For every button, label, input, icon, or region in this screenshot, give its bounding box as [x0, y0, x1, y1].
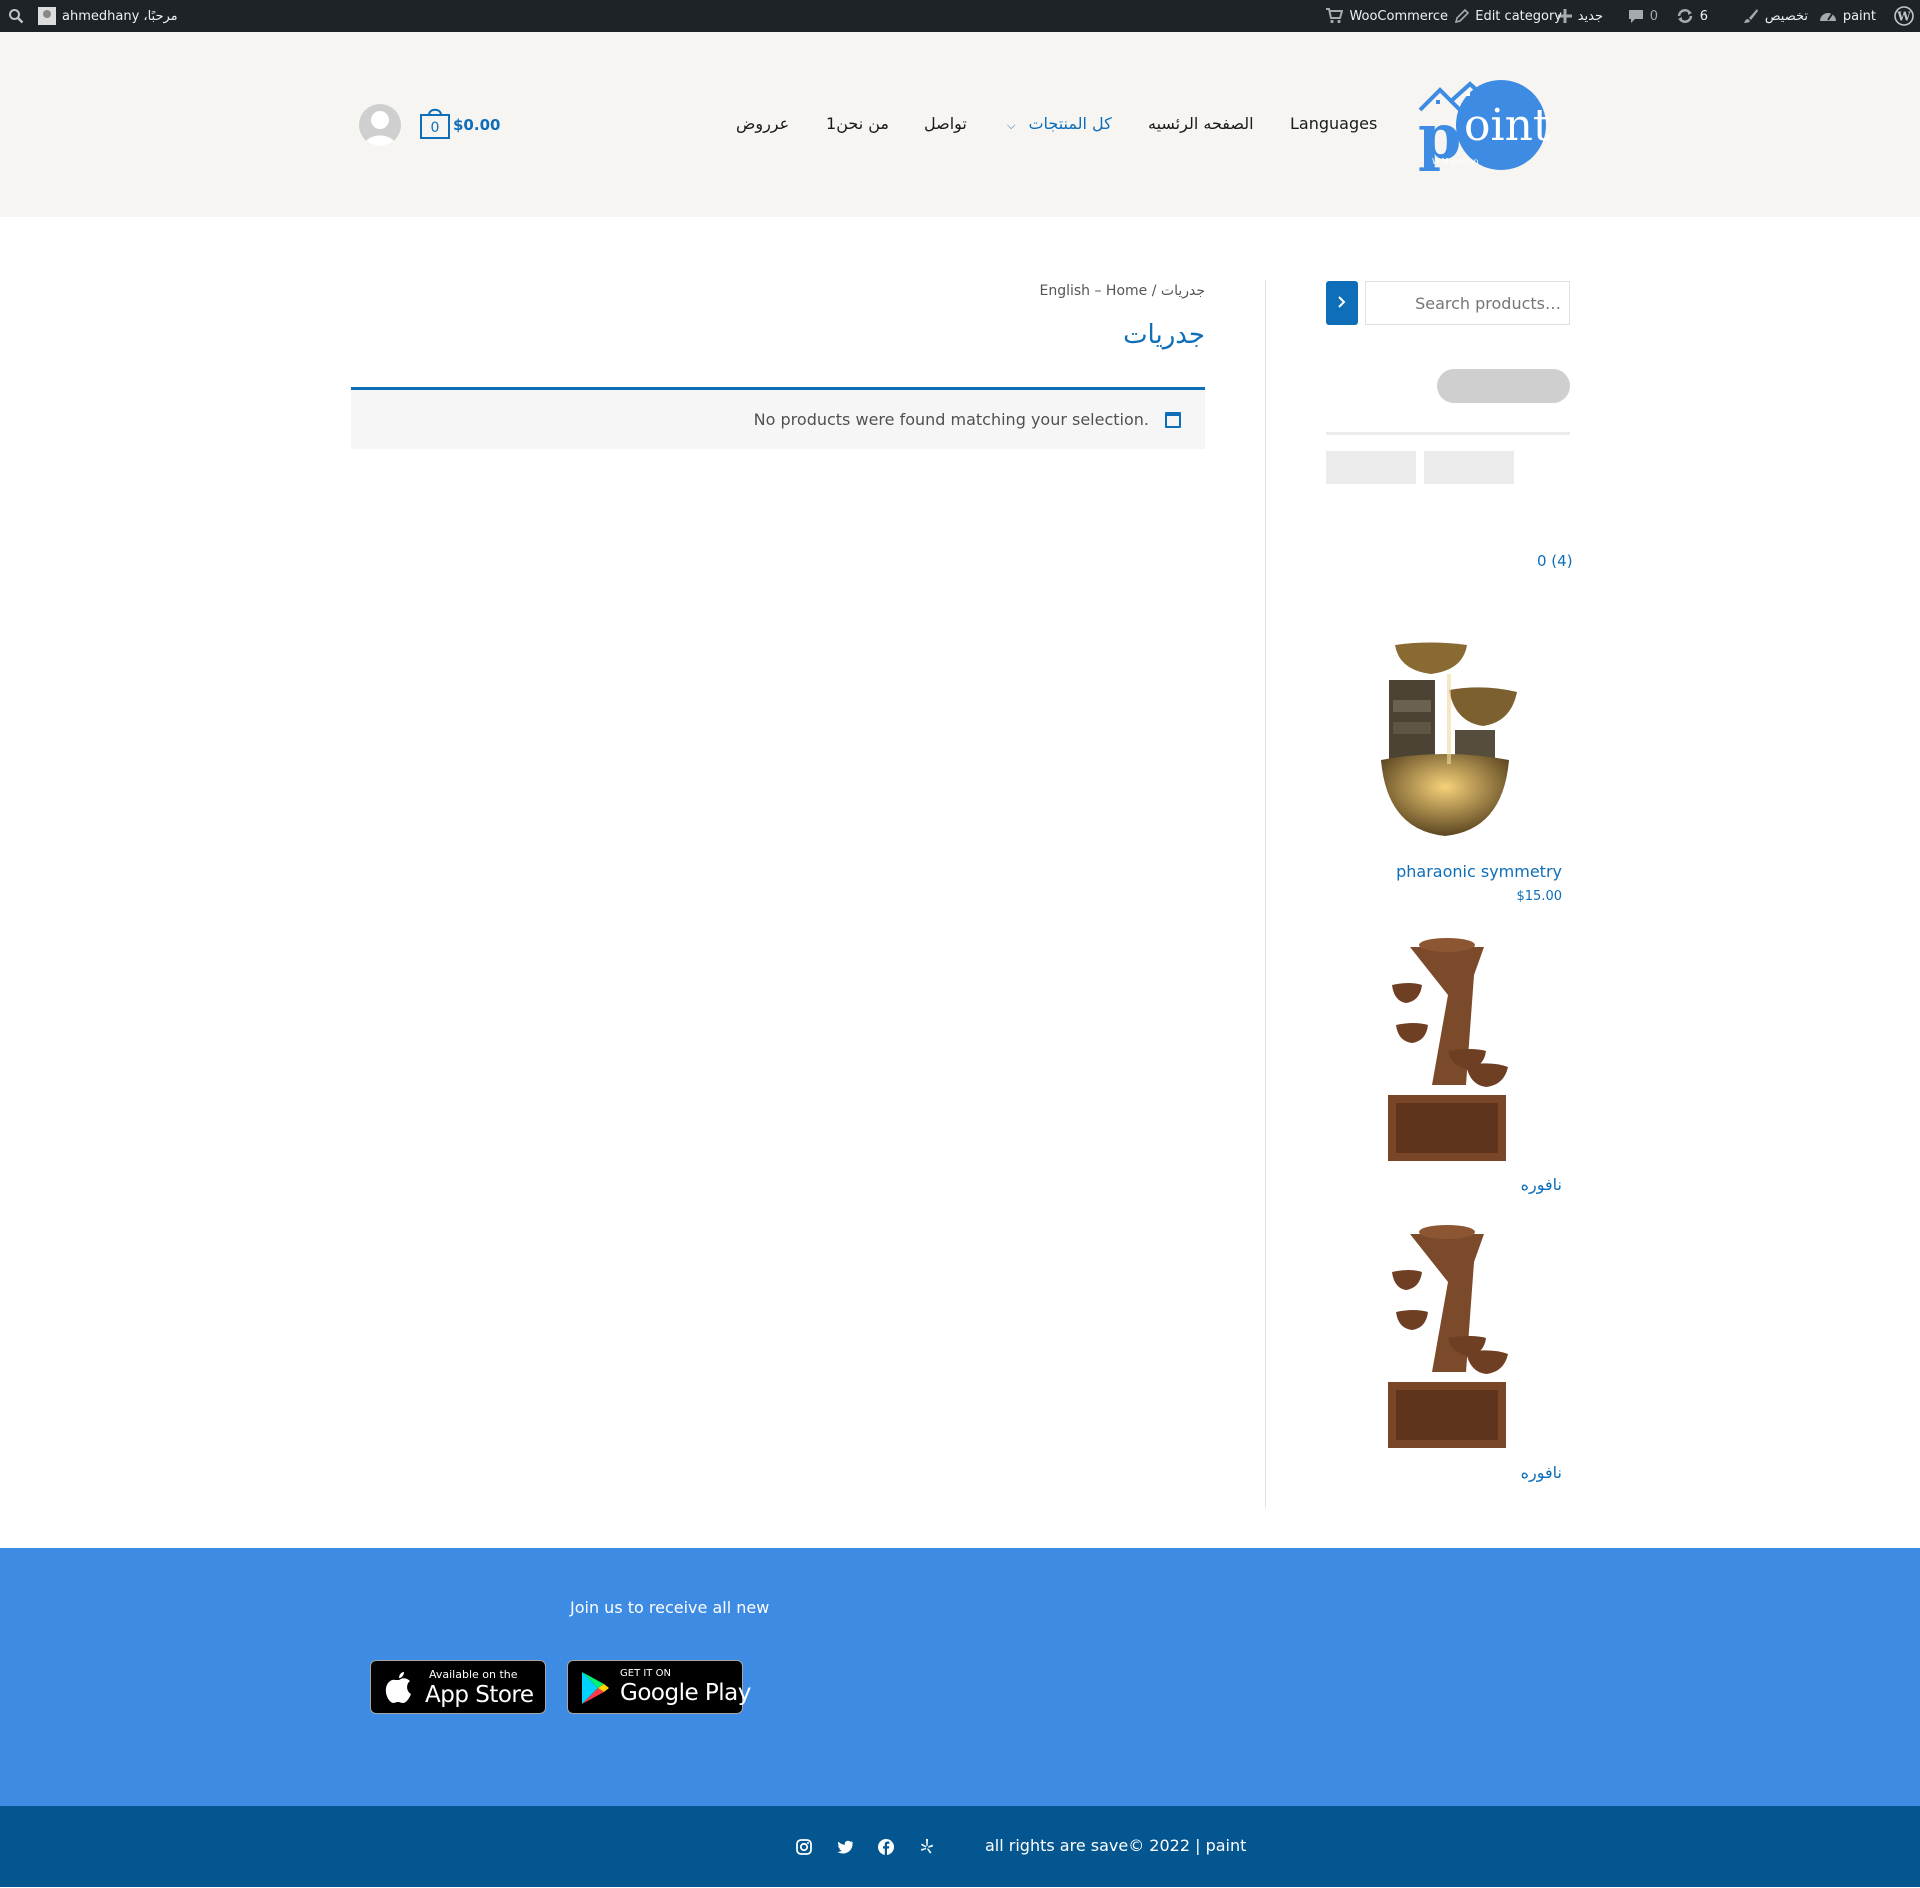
nav-home[interactable]: الصفحه الرئسيه — [1148, 114, 1254, 133]
category-count[interactable]: 0 (4) — [1537, 552, 1573, 570]
product-search-input[interactable] — [1365, 281, 1570, 325]
product-image[interactable] — [1382, 1222, 1512, 1450]
search-submit-button[interactable] — [1326, 281, 1358, 325]
admin-updates[interactable]: 6 — [1676, 0, 1708, 32]
admin-account[interactable]: مرحبًا، ahmedhany — [38, 0, 178, 32]
google-play-small-text: GET IT ON — [620, 1668, 671, 1679]
site-header: p oint W.M Design Languages الصفحه الرئس… — [0, 32, 1920, 217]
nav-contact[interactable]: تواصل — [924, 114, 967, 133]
pencil-icon — [1455, 9, 1470, 23]
logo-text: oint — [1464, 100, 1551, 151]
product-title[interactable]: نافوره — [1521, 1175, 1562, 1194]
product-image[interactable] — [1382, 935, 1512, 1163]
yelp-icon[interactable] — [918, 1838, 936, 1856]
admin-search-icon[interactable] — [8, 0, 24, 32]
admin-woocommerce-label: WooCommerce — [1349, 8, 1448, 24]
admin-new-label: جديد — [1577, 8, 1603, 24]
site-logo[interactable]: p oint W.M Design — [1418, 78, 1553, 173]
footer-bottom-bar: all rights are save© 2022 | paint — [0, 1806, 1920, 1887]
google-play-big-text: Google Play — [620, 1680, 751, 1706]
nav-all-products-label: كل المنتجات — [1028, 114, 1112, 133]
cart-icon — [1325, 8, 1344, 24]
site-footer: Join us to receive all new Available on … — [0, 1548, 1920, 1806]
chevron-right-icon — [1337, 295, 1347, 311]
admin-comments[interactable]: 0 — [1628, 0, 1658, 32]
nav-offers[interactable]: عرروض — [736, 114, 789, 133]
footer-newsletter-text: Join us to receive all new — [570, 1598, 770, 1617]
copyright-text: all rights are save© 2022 | paint — [985, 1836, 1247, 1855]
product-title[interactable]: نافوره — [1521, 1463, 1562, 1482]
twitter-icon[interactable] — [836, 1838, 854, 1856]
apple-icon — [385, 1671, 413, 1709]
instagram-icon[interactable] — [795, 1838, 813, 1856]
page-title: جدريات — [1123, 320, 1205, 350]
logo-subtitle: W.M Design — [1432, 157, 1479, 166]
dashboard-icon — [1819, 8, 1837, 24]
filter-placeholder-right — [1424, 451, 1514, 484]
filter-placeholder-left — [1326, 451, 1416, 484]
admin-edit-category[interactable]: Edit category — [1455, 0, 1562, 32]
sidebar-divider — [1265, 280, 1266, 1508]
admin-comments-count: 0 — [1649, 8, 1658, 24]
comment-icon — [1628, 8, 1644, 24]
nav-languages[interactable]: Languages — [1290, 114, 1377, 133]
google-play-icon — [580, 1671, 610, 1709]
admin-customize[interactable]: تخصيص — [1743, 0, 1808, 32]
widget-divider — [1326, 432, 1570, 435]
admin-new[interactable]: جديد — [1557, 0, 1603, 32]
cart-count: 0 — [430, 120, 440, 136]
admin-customize-label: تخصيص — [1764, 8, 1808, 24]
admin-greeting: مرحبًا، ahmedhany — [62, 8, 178, 24]
nav-all-products[interactable]: ⌵ كل المنتجات — [1007, 114, 1112, 133]
app-store-badge[interactable]: Available on the App Store — [370, 1660, 546, 1714]
cart-total[interactable]: $0.00 — [453, 116, 500, 134]
info-notice: No products were found matching your sel… — [351, 387, 1205, 449]
admin-site-name: paint — [1842, 8, 1876, 24]
brush-icon — [1743, 8, 1759, 24]
admin-updates-count: 6 — [1699, 8, 1708, 24]
user-icon — [359, 111, 401, 146]
breadcrumb[interactable]: English – Home / جدريات — [1039, 283, 1205, 299]
facebook-icon[interactable] — [877, 1838, 895, 1856]
price-filter-slider[interactable] — [1437, 369, 1570, 403]
svg-text:W: W — [1896, 10, 1911, 24]
product-price: $15.00 — [1516, 889, 1563, 904]
admin-bar: مرحبًا، ahmedhany W paint تخصيص 6 0 جديد — [0, 0, 1920, 32]
window-icon — [1165, 412, 1181, 428]
wordpress-logo-icon[interactable]: W — [1894, 0, 1914, 32]
admin-site-link[interactable]: paint — [1819, 0, 1876, 32]
product-title[interactable]: pharaonic symmetry — [1396, 862, 1562, 881]
admin-woocommerce[interactable]: WooCommerce — [1325, 0, 1448, 32]
account-avatar[interactable] — [359, 104, 401, 146]
updates-icon — [1676, 7, 1694, 25]
admin-avatar-icon — [38, 7, 56, 25]
admin-edit-category-label: Edit category — [1475, 8, 1562, 24]
app-store-big-text: App Store — [425, 1682, 534, 1708]
header-cart[interactable]: 0 — [419, 106, 451, 140]
notice-text: No products were found matching your sel… — [753, 410, 1149, 429]
app-store-small-text: Available on the — [429, 1668, 518, 1681]
google-play-badge[interactable]: GET IT ON Google Play — [567, 1660, 751, 1714]
chevron-down-icon: ⌵ — [1007, 119, 1016, 132]
product-image[interactable] — [1375, 640, 1519, 840]
nav-about[interactable]: من نحن1 — [826, 114, 889, 133]
